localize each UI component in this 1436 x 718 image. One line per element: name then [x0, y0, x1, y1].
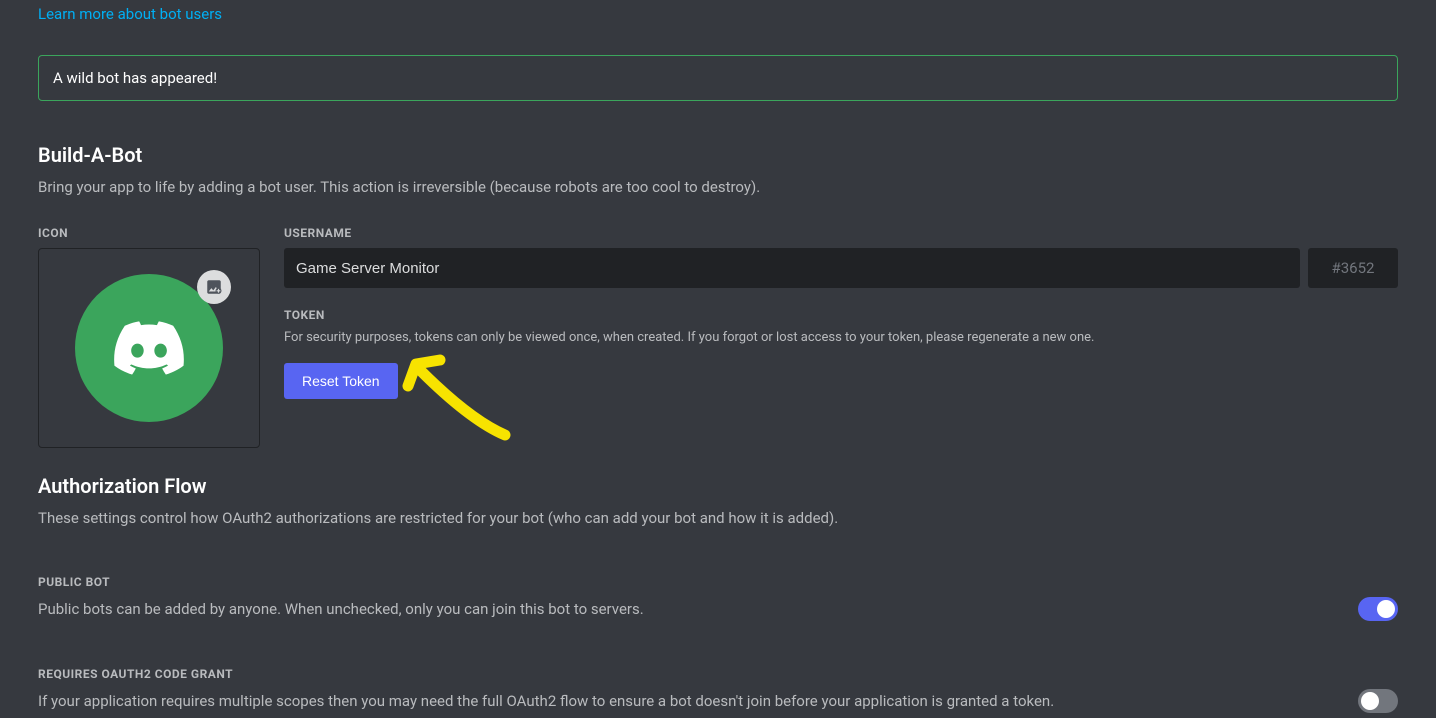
upload-image-icon: [197, 270, 231, 304]
public-bot-toggle[interactable]: [1358, 597, 1398, 621]
token-note: For security purposes, tokens can only b…: [284, 330, 1398, 345]
toggle-knob: [1361, 692, 1379, 710]
toggle-knob: [1377, 600, 1395, 618]
public-bot-desc: Public bots can be added by anyone. When…: [38, 600, 1358, 618]
oauth2-grant-toggle[interactable]: [1358, 689, 1398, 713]
auth-flow-desc: These settings control how OAuth2 author…: [38, 508, 1398, 529]
learn-more-link[interactable]: Learn more about bot users: [38, 5, 222, 23]
build-a-bot-title: Build-A-Bot: [38, 143, 1398, 167]
public-bot-label: PUBLIC BOT: [38, 575, 1398, 589]
discriminator-badge: #3652: [1308, 248, 1398, 288]
discord-logo-icon: [113, 321, 185, 375]
token-label: TOKEN: [284, 308, 1398, 322]
username-input[interactable]: [284, 248, 1300, 288]
build-a-bot-desc: Bring your app to life by adding a bot u…: [38, 177, 1398, 198]
success-alert: A wild bot has appeared!: [38, 55, 1398, 101]
auth-flow-title: Authorization Flow: [38, 474, 1398, 498]
username-label: USERNAME: [284, 226, 1398, 240]
oauth2-grant-desc: If your application requires multiple sc…: [38, 692, 1358, 710]
icon-label: ICON: [38, 226, 260, 240]
reset-token-button[interactable]: Reset Token: [284, 363, 398, 399]
oauth2-grant-label: REQUIRES OAUTH2 CODE GRANT: [38, 667, 1398, 681]
bot-icon-upload[interactable]: [38, 248, 260, 448]
